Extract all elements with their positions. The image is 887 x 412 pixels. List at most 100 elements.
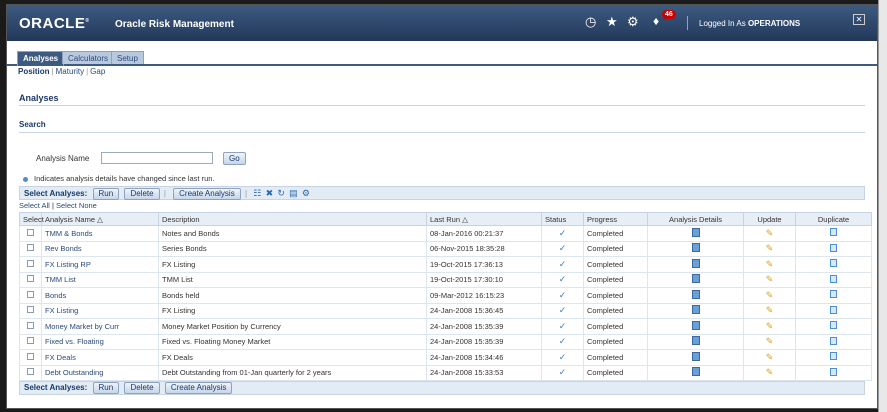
duplicate-icon[interactable]: [830, 305, 837, 314]
settings-icon[interactable]: ⚙: [302, 187, 310, 199]
star-icon[interactable]: ★: [606, 14, 618, 30]
analysis-name-link[interactable]: Money Market by Curr: [41, 318, 159, 335]
duplicate-cell[interactable]: [795, 333, 872, 350]
duplicate-icon[interactable]: [830, 290, 837, 299]
analysis-name-input[interactable]: [101, 152, 213, 164]
col-last-run[interactable]: Last Run △: [426, 212, 542, 226]
duplicate-cell[interactable]: [795, 349, 872, 366]
update-cell[interactable]: ✎: [743, 302, 796, 319]
update-cell[interactable]: ✎: [743, 240, 796, 257]
tab-analyses[interactable]: Analyses: [17, 51, 65, 66]
details-icon[interactable]: [691, 367, 700, 377]
update-cell[interactable]: ✎: [743, 364, 796, 381]
analysis-name-link[interactable]: Fixed vs. Floating: [41, 333, 159, 350]
duplicate-cell[interactable]: [795, 256, 872, 273]
row-select-checkbox[interactable]: [19, 349, 42, 366]
duplicate-icon[interactable]: [830, 274, 837, 283]
pencil-icon[interactable]: ✎: [766, 321, 774, 331]
pencil-icon[interactable]: ✎: [766, 367, 774, 377]
run-button[interactable]: Run: [92, 188, 120, 200]
details-icon[interactable]: [691, 243, 700, 253]
duplicate-icon[interactable]: [830, 336, 837, 345]
tab-setup[interactable]: Setup: [111, 51, 144, 64]
select-none-link[interactable]: Select None: [56, 201, 97, 210]
vertical-scrollbar[interactable]: [878, 0, 887, 412]
pencil-icon[interactable]: ✎: [766, 274, 774, 284]
update-cell[interactable]: ✎: [743, 318, 796, 335]
analysis-details-cell[interactable]: [647, 349, 744, 366]
subnav-gap[interactable]: Gap: [90, 67, 105, 76]
duplicate-icon[interactable]: [830, 352, 837, 361]
update-cell[interactable]: ✎: [743, 225, 796, 242]
details-icon[interactable]: [691, 274, 700, 284]
analysis-details-cell[interactable]: [647, 271, 744, 288]
analysis-details-cell[interactable]: [647, 333, 744, 350]
pencil-icon[interactable]: ✎: [766, 352, 774, 362]
analysis-name-link[interactable]: Debt Outstanding: [41, 364, 159, 381]
duplicate-cell[interactable]: [795, 364, 872, 381]
pencil-icon[interactable]: ✎: [766, 228, 774, 238]
row-select-checkbox[interactable]: [19, 364, 42, 381]
delete-button[interactable]: Delete: [124, 188, 160, 200]
analysis-name-link[interactable]: FX Listing RP: [41, 256, 159, 273]
run-button-bottom[interactable]: Run: [92, 382, 120, 394]
analysis-details-cell[interactable]: [647, 287, 744, 304]
update-cell[interactable]: ✎: [743, 333, 796, 350]
delete-button-bottom[interactable]: Delete: [124, 382, 160, 394]
row-select-checkbox[interactable]: [19, 287, 42, 304]
duplicate-cell[interactable]: [795, 287, 872, 304]
row-select-checkbox[interactable]: [19, 225, 42, 242]
details-icon[interactable]: [691, 289, 700, 299]
pencil-icon[interactable]: ✎: [766, 243, 774, 253]
clock-icon[interactable]: ◷: [585, 14, 596, 30]
update-cell[interactable]: ✎: [743, 256, 796, 273]
duplicate-icon[interactable]: [830, 243, 837, 252]
duplicate-icon[interactable]: [830, 228, 837, 237]
add-row-icon[interactable]: ☷: [253, 187, 261, 199]
duplicate-icon[interactable]: [830, 321, 837, 330]
create-analysis-button[interactable]: Create Analysis: [173, 188, 241, 200]
analysis-details-cell[interactable]: [647, 240, 744, 257]
row-select-checkbox[interactable]: [19, 318, 42, 335]
details-icon[interactable]: [691, 227, 700, 237]
row-select-checkbox[interactable]: [19, 271, 42, 288]
update-cell[interactable]: ✎: [743, 271, 796, 288]
row-select-checkbox[interactable]: [19, 256, 42, 273]
duplicate-cell[interactable]: [795, 225, 872, 242]
analysis-details-cell[interactable]: [647, 225, 744, 242]
duplicate-cell[interactable]: [795, 240, 872, 257]
bell-icon[interactable]: ♦: [653, 14, 659, 28]
row-select-checkbox[interactable]: [19, 240, 42, 257]
pencil-icon[interactable]: ✎: [766, 259, 774, 269]
update-cell[interactable]: ✎: [743, 349, 796, 366]
update-cell[interactable]: ✎: [743, 287, 796, 304]
analysis-name-link[interactable]: Bonds: [41, 287, 159, 304]
select-all-link[interactable]: Select All: [19, 201, 50, 210]
details-icon[interactable]: [691, 258, 700, 268]
analysis-details-cell[interactable]: [647, 302, 744, 319]
analysis-name-link[interactable]: Rev Bonds: [41, 240, 159, 257]
row-select-checkbox[interactable]: [19, 302, 42, 319]
analysis-details-cell[interactable]: [647, 318, 744, 335]
analysis-name-link[interactable]: FX Deals: [41, 349, 159, 366]
close-icon[interactable]: ✕: [853, 14, 865, 25]
duplicate-cell[interactable]: [795, 318, 872, 335]
pencil-icon[interactable]: ✎: [766, 290, 774, 300]
analysis-details-cell[interactable]: [647, 364, 744, 381]
analysis-details-cell[interactable]: [647, 256, 744, 273]
export-icon[interactable]: ▤: [289, 187, 298, 199]
refresh-icon[interactable]: ↻: [277, 187, 285, 199]
duplicate-cell[interactable]: [795, 302, 872, 319]
duplicate-cell[interactable]: [795, 271, 872, 288]
subnav-position[interactable]: Position: [18, 67, 50, 76]
go-button[interactable]: Go: [223, 152, 246, 165]
pencil-icon[interactable]: ✎: [766, 336, 774, 346]
duplicate-icon[interactable]: [830, 367, 837, 376]
tab-calculators[interactable]: Calculators: [62, 51, 115, 64]
remove-icon[interactable]: ✖: [266, 187, 274, 199]
analysis-name-link[interactable]: TMM & Bonds: [41, 225, 159, 242]
analysis-name-link[interactable]: TMM List: [41, 271, 159, 288]
details-icon[interactable]: [691, 320, 700, 330]
details-icon[interactable]: [691, 305, 700, 315]
row-select-checkbox[interactable]: [19, 333, 42, 350]
